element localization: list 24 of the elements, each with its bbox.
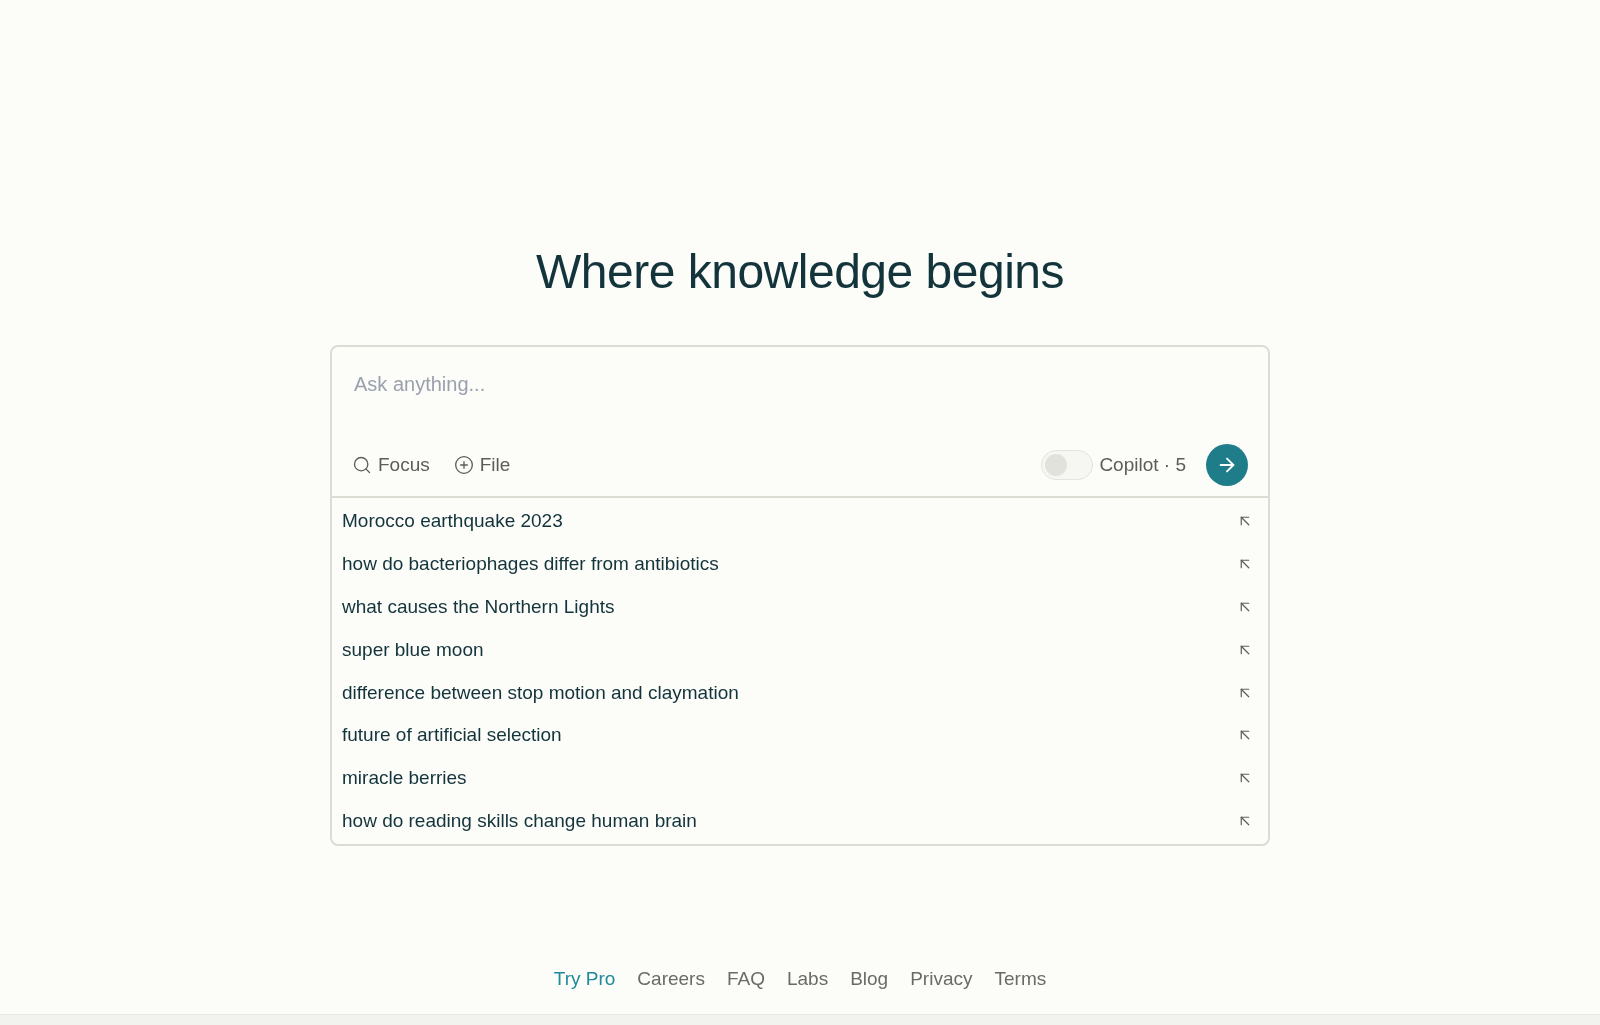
footer-link[interactable]: Terms	[994, 968, 1047, 990]
submit-button[interactable]	[1206, 444, 1248, 486]
suggestion-item[interactable]: super blue moon	[332, 628, 1268, 672]
suggestion-item[interactable]: miracle berries	[332, 756, 1268, 800]
footer-link[interactable]: Blog	[850, 968, 889, 990]
page-heading: Where knowledge begins	[536, 244, 1064, 299]
plus-circle-icon	[453, 455, 474, 475]
suggestion-item[interactable]: what causes the Northern Lights	[332, 585, 1268, 629]
suggestion-item[interactable]: how do bacteriophages differ from antibiotics	[332, 542, 1268, 586]
copilot-toggle[interactable]	[1041, 450, 1094, 480]
focus-button[interactable]: Focus	[350, 450, 432, 480]
file-button[interactable]: File	[451, 450, 513, 480]
footer-link[interactable]: Try Pro	[553, 968, 616, 990]
suggestion-item[interactable]: difference between stop motion and claymation	[332, 671, 1268, 714]
search-input[interactable]: Ask anything...	[332, 347, 1268, 396]
suggestion-item[interactable]: how do reading skills change human brain	[332, 799, 1268, 843]
suggestion-item[interactable]: Morocco earthquake 2023	[332, 500, 1268, 543]
search-icon	[352, 455, 372, 475]
suggestion-item[interactable]: future of artificial selection	[332, 714, 1268, 757]
footer-link[interactable]: Careers	[637, 968, 705, 990]
footer-link[interactable]: Privacy	[910, 968, 973, 990]
footer-link[interactable]: Labs	[786, 968, 829, 990]
copilot-label: Copilot · 5	[1099, 454, 1186, 476]
footer-link[interactable]: FAQ	[726, 968, 765, 990]
